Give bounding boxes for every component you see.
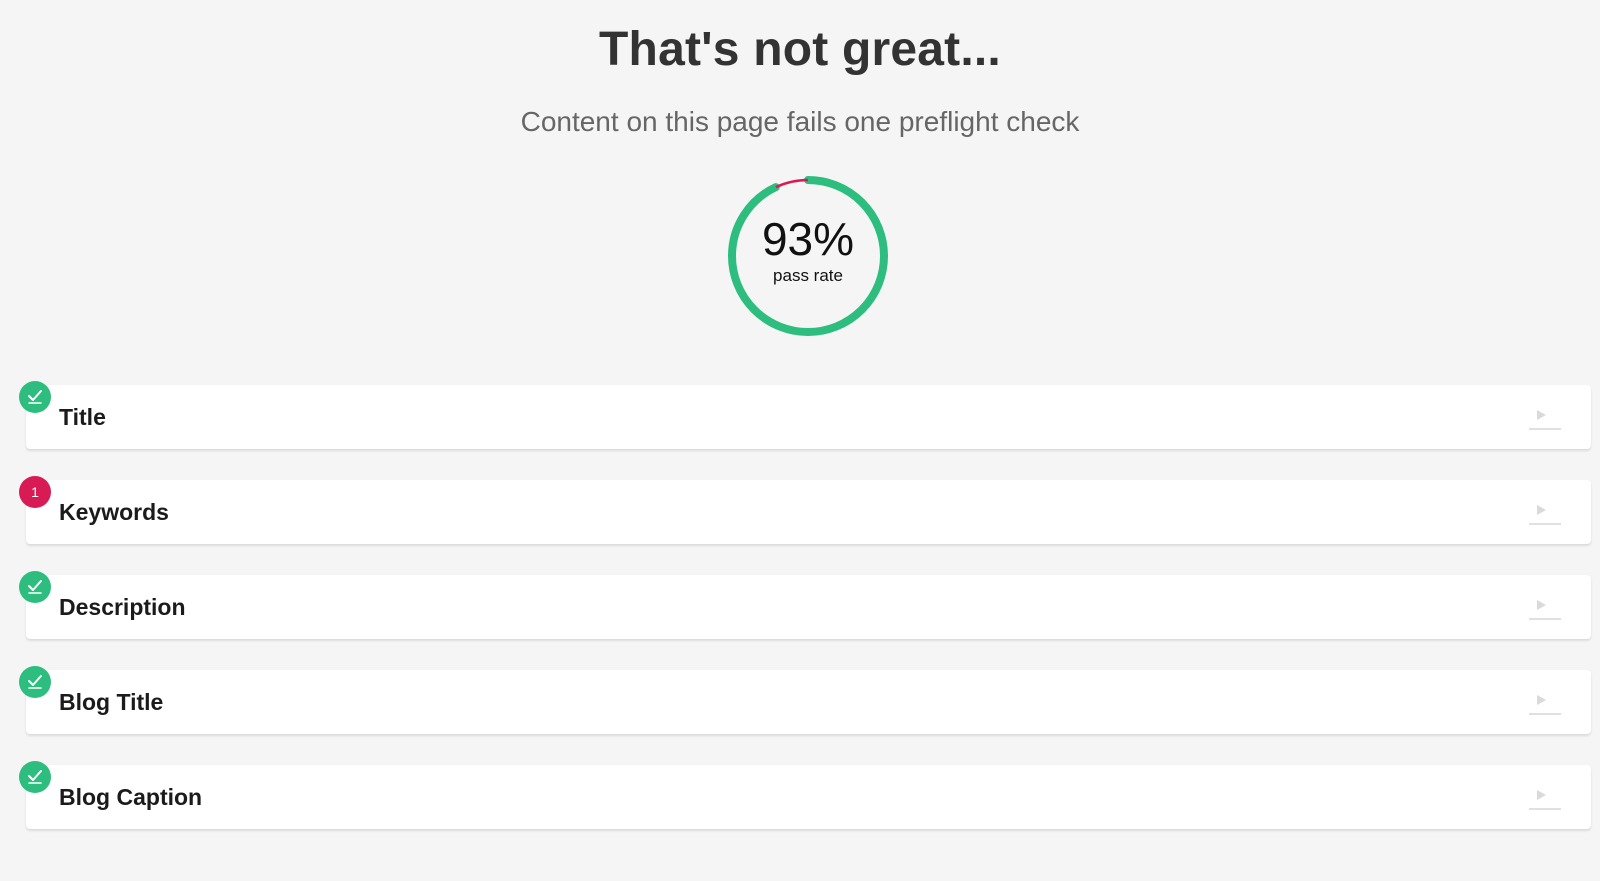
play-arrow-icon[interactable] bbox=[1529, 787, 1561, 811]
play-arrow-icon[interactable] bbox=[1529, 692, 1561, 716]
check-label: Keywords bbox=[59, 499, 169, 525]
check-row-description[interactable]: Description bbox=[19, 571, 1591, 639]
pass-rate-gauge: 93% pass rate bbox=[726, 174, 890, 338]
check-row-title[interactable]: Title bbox=[19, 381, 1591, 449]
play-arrow-icon[interactable] bbox=[1529, 502, 1561, 526]
status-badge bbox=[19, 571, 51, 603]
check-icon bbox=[28, 675, 42, 689]
play-arrow-icon[interactable] bbox=[1529, 597, 1561, 621]
status-badge bbox=[19, 761, 51, 793]
check-icon bbox=[28, 770, 42, 784]
page-subtitle: Content on this page fails one preflight… bbox=[520, 106, 1080, 137]
check-icon bbox=[28, 390, 42, 404]
check-label: Title bbox=[59, 404, 106, 430]
check-label: Description bbox=[59, 594, 186, 620]
check-label: Blog Caption bbox=[59, 784, 203, 810]
check-row-keywords[interactable]: 1 Keywords bbox=[19, 476, 1591, 544]
page-title: That's not great... bbox=[599, 23, 1001, 76]
status-badge bbox=[19, 381, 51, 413]
check-row-blog-title[interactable]: Blog Title bbox=[19, 666, 1591, 734]
status-badge: 1 bbox=[19, 476, 51, 508]
play-arrow-icon[interactable] bbox=[1529, 407, 1561, 431]
pass-rate-value: 93% bbox=[761, 213, 855, 265]
status-badge bbox=[19, 666, 51, 698]
pass-rate-label: pass rate bbox=[773, 266, 843, 285]
check-icon bbox=[28, 580, 42, 594]
check-row-blog-caption[interactable]: Blog Caption bbox=[19, 761, 1591, 829]
check-label: Blog Title bbox=[59, 689, 164, 715]
failure-count: 1 bbox=[31, 484, 39, 500]
